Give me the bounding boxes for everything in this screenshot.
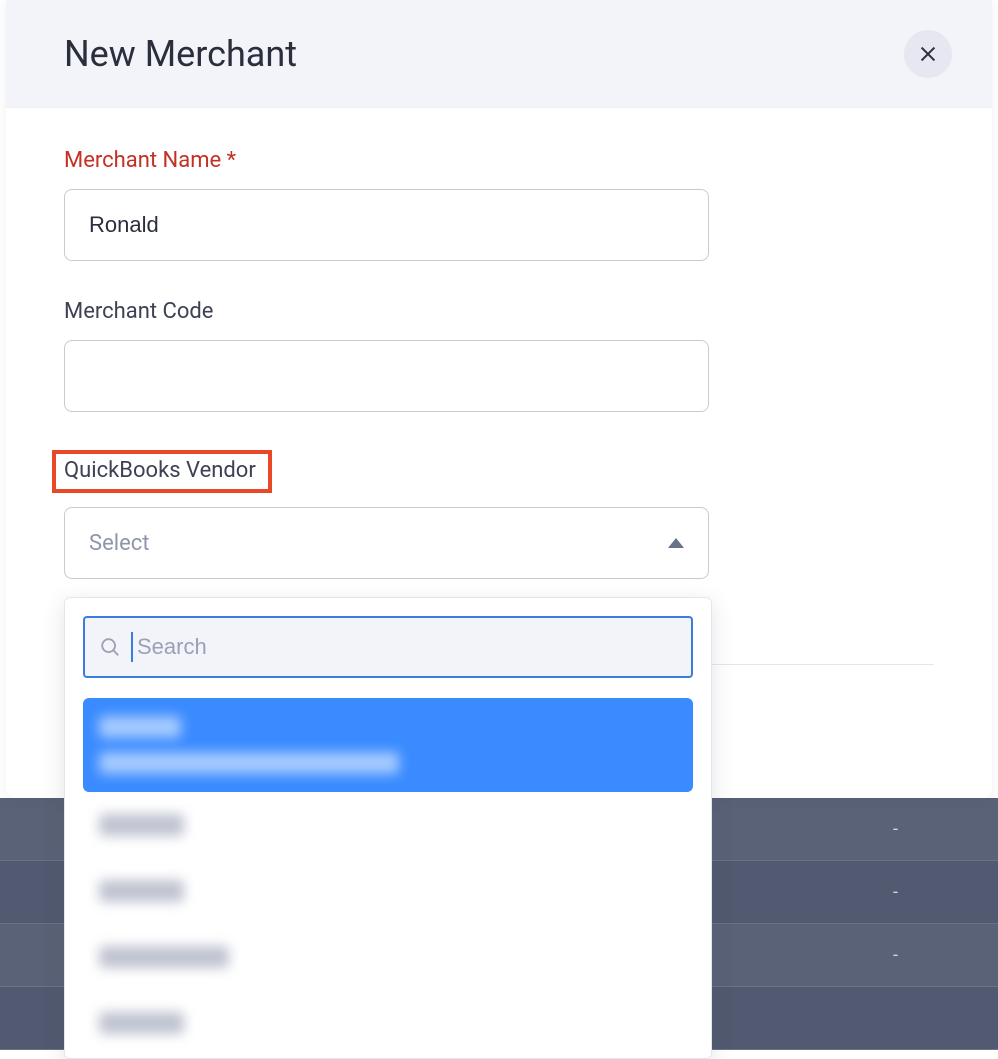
merchant-name-label: Merchant Name * [64,148,236,173]
modal-header: New Merchant [6,0,992,108]
vendor-option-name [99,880,184,902]
modal-body: Merchant Name * Merchant Code QuickBooks… [6,108,992,579]
quickbooks-vendor-select[interactable]: Select [64,507,709,579]
cell-dash: - [893,882,898,903]
caret-up-icon [668,538,684,548]
search-icon [99,636,121,658]
vendor-option-detail [99,752,399,774]
vendor-option[interactable] [83,862,693,924]
quickbooks-vendor-label: QuickBooks Vendor [64,458,256,483]
new-merchant-modal: New Merchant Merchant Name * Merchant Co… [6,0,992,798]
vendor-dropdown [64,597,712,1059]
vendor-option[interactable] [83,796,693,858]
close-button[interactable] [904,30,952,78]
dropdown-search-input[interactable] [137,634,677,660]
vendor-option[interactable] [83,928,693,990]
quickbooks-vendor-field: QuickBooks Vendor Select [64,450,934,579]
cell-dash: - [893,819,898,840]
highlight-annotation: QuickBooks Vendor [52,450,272,493]
merchant-name-input[interactable] [64,189,709,261]
vendor-option[interactable] [83,994,693,1056]
close-icon [917,43,939,65]
vendor-option-name [99,716,181,738]
text-cursor [131,632,133,662]
cell-dash: - [893,945,898,966]
dropdown-options [83,698,693,1058]
select-placeholder: Select [89,531,149,556]
vendor-option[interactable] [83,698,693,792]
merchant-code-input[interactable] [64,340,709,412]
vendor-option-name [99,1012,184,1034]
vendor-option-name [99,814,184,836]
merchant-name-field: Merchant Name * [64,148,934,261]
merchant-code-label: Merchant Code [64,299,213,324]
modal-title: New Merchant [64,33,297,75]
vendor-option-name [99,946,229,968]
dropdown-search-wrap[interactable] [83,616,693,678]
merchant-code-field: Merchant Code [64,299,934,412]
